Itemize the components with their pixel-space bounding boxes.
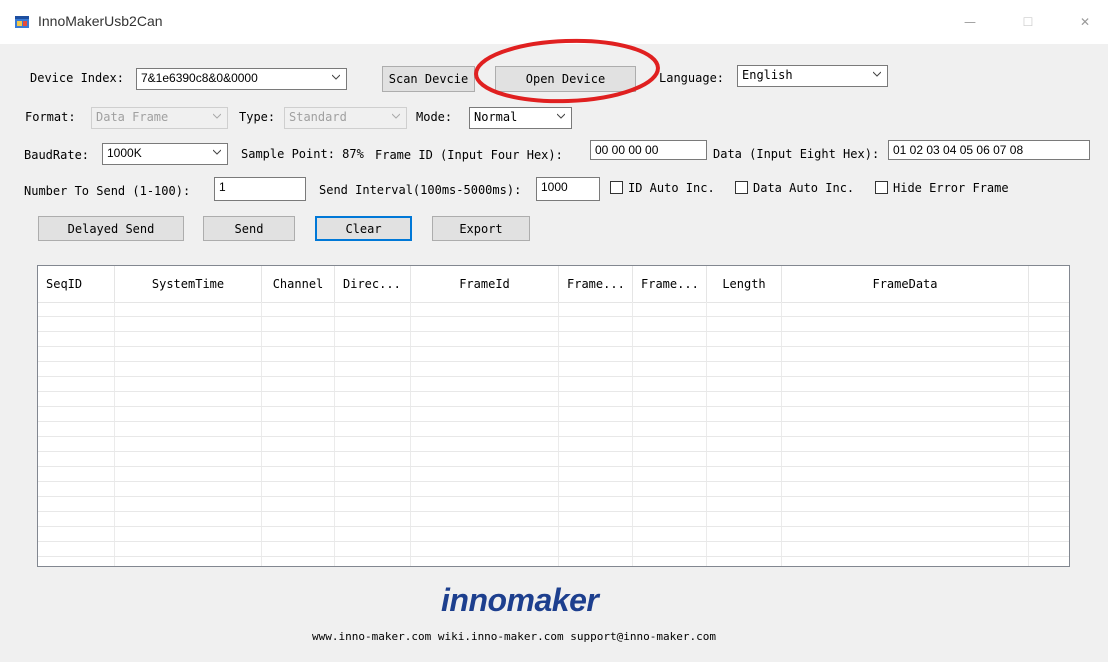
- grid-header: SeqID SystemTime Channel Direc... FrameI…: [38, 266, 1069, 303]
- close-button[interactable]: ✕: [1070, 10, 1100, 34]
- format-select[interactable]: Data Frame: [91, 107, 228, 129]
- empty-grid-row: [38, 422, 1069, 437]
- id-auto-inc-label: ID Auto Inc.: [628, 181, 715, 195]
- frame-id-label: Frame ID (Input Four Hex):: [375, 148, 563, 162]
- type-value: Standard: [289, 110, 347, 124]
- send-interval-input[interactable]: 1000: [536, 177, 600, 201]
- empty-grid-row: [38, 302, 1069, 317]
- innomaker-logo: innomaker: [441, 582, 599, 618]
- clear-label: Clear: [345, 221, 382, 236]
- language-label: Language:: [659, 71, 725, 85]
- column-header[interactable]: [1029, 266, 1069, 302]
- empty-grid-row: [38, 332, 1069, 347]
- annotation-circle: [474, 38, 660, 104]
- empty-grid-row: [38, 362, 1069, 377]
- mode-label: Mode:: [416, 110, 453, 124]
- column-header[interactable]: SystemTime: [115, 266, 262, 302]
- clear-button[interactable]: Clear: [315, 216, 412, 241]
- chevron-down-icon: [213, 149, 221, 155]
- type-label: Type:: [239, 110, 276, 124]
- mode-select[interactable]: Normal: [469, 107, 572, 129]
- data-label: Data (Input Eight Hex):: [713, 147, 880, 161]
- empty-grid-row: [38, 317, 1069, 332]
- column-header[interactable]: FrameId: [411, 266, 559, 302]
- scan-device-label: Scan Devcie: [388, 72, 469, 86]
- window-title: InnoMakerUsb2Can: [38, 13, 163, 29]
- empty-grid-row: [38, 482, 1069, 497]
- delayed-send-button[interactable]: Delayed Send: [38, 216, 184, 241]
- empty-grid-row: [38, 497, 1069, 512]
- number-to-send-input[interactable]: 1: [214, 177, 306, 201]
- column-header[interactable]: FrameData: [782, 266, 1029, 302]
- device-index-select[interactable]: 7&1e6390c8&0&0000: [136, 68, 347, 90]
- chevron-down-icon: [332, 74, 340, 80]
- empty-grid-row: [38, 467, 1069, 482]
- column-header[interactable]: Frame...: [633, 266, 707, 302]
- data-auto-inc-checkbox[interactable]: [735, 181, 748, 194]
- sample-point-text: Sample Point: 87%: [241, 147, 364, 161]
- data-auto-inc-label: Data Auto Inc.: [753, 181, 855, 195]
- delayed-send-label: Delayed Send: [67, 221, 155, 236]
- chevron-down-icon: [392, 113, 400, 119]
- export-label: Export: [459, 221, 503, 236]
- baudrate-label: BaudRate:: [24, 148, 90, 162]
- maximize-button[interactable]: ☐: [1013, 10, 1043, 34]
- chevron-down-icon: [557, 113, 565, 119]
- baudrate-select[interactable]: 1000K: [102, 143, 228, 165]
- close-icon: ✕: [1079, 15, 1091, 29]
- minimize-button[interactable]: —: [955, 10, 985, 34]
- app-window-icon: [15, 16, 29, 28]
- hide-error-frame-checkbox[interactable]: [875, 181, 888, 194]
- scan-device-button[interactable]: Scan Devcie: [382, 66, 475, 92]
- empty-grid-row: [38, 452, 1069, 467]
- baudrate-value: 1000K: [107, 146, 142, 160]
- frame-data-grid[interactable]: SeqID SystemTime Channel Direc... FrameI…: [37, 265, 1070, 567]
- type-select[interactable]: Standard: [284, 107, 407, 129]
- number-to-send-label: Number To Send (1-100):: [24, 184, 191, 198]
- send-interval-label: Send Interval(100ms-5000ms):: [319, 183, 522, 197]
- empty-grid-row: [38, 377, 1069, 392]
- empty-grid-row: [38, 392, 1069, 407]
- data-input[interactable]: 01 02 03 04 05 06 07 08: [888, 140, 1090, 160]
- hide-error-frame-label: Hide Error Frame: [893, 181, 1009, 195]
- export-button[interactable]: Export: [432, 216, 530, 241]
- empty-grid-row: [38, 347, 1069, 362]
- chevron-down-icon: [873, 71, 881, 77]
- empty-grid-row: [38, 527, 1069, 542]
- column-header[interactable]: Length: [707, 266, 782, 302]
- mode-value: Normal: [474, 110, 518, 124]
- frame-id-input[interactable]: 00 00 00 00: [590, 140, 707, 160]
- column-header[interactable]: Frame...: [559, 266, 633, 302]
- device-index-value: 7&1e6390c8&0&0000: [141, 71, 258, 85]
- empty-grid-row: [38, 512, 1069, 527]
- column-header[interactable]: Channel: [262, 266, 335, 302]
- language-select[interactable]: English: [737, 65, 888, 87]
- empty-grid-row: [38, 542, 1069, 557]
- maximize-icon: ☐: [1022, 15, 1034, 29]
- minimize-icon: —: [964, 15, 976, 29]
- empty-grid-row: [38, 437, 1069, 452]
- chevron-down-icon: [213, 113, 221, 119]
- send-button[interactable]: Send: [203, 216, 295, 241]
- device-index-label: Device Index:: [30, 71, 124, 85]
- column-header[interactable]: SeqID: [38, 266, 115, 302]
- language-value: English: [742, 68, 793, 82]
- send-label: Send: [234, 221, 264, 236]
- footer-links: www.inno-maker.com wiki.inno-maker.com s…: [312, 630, 716, 643]
- empty-grid-row: [38, 407, 1069, 422]
- format-value: Data Frame: [96, 110, 169, 124]
- format-label: Format:: [25, 110, 76, 124]
- column-header[interactable]: Direc...: [335, 266, 411, 302]
- id-auto-inc-checkbox[interactable]: [610, 181, 623, 194]
